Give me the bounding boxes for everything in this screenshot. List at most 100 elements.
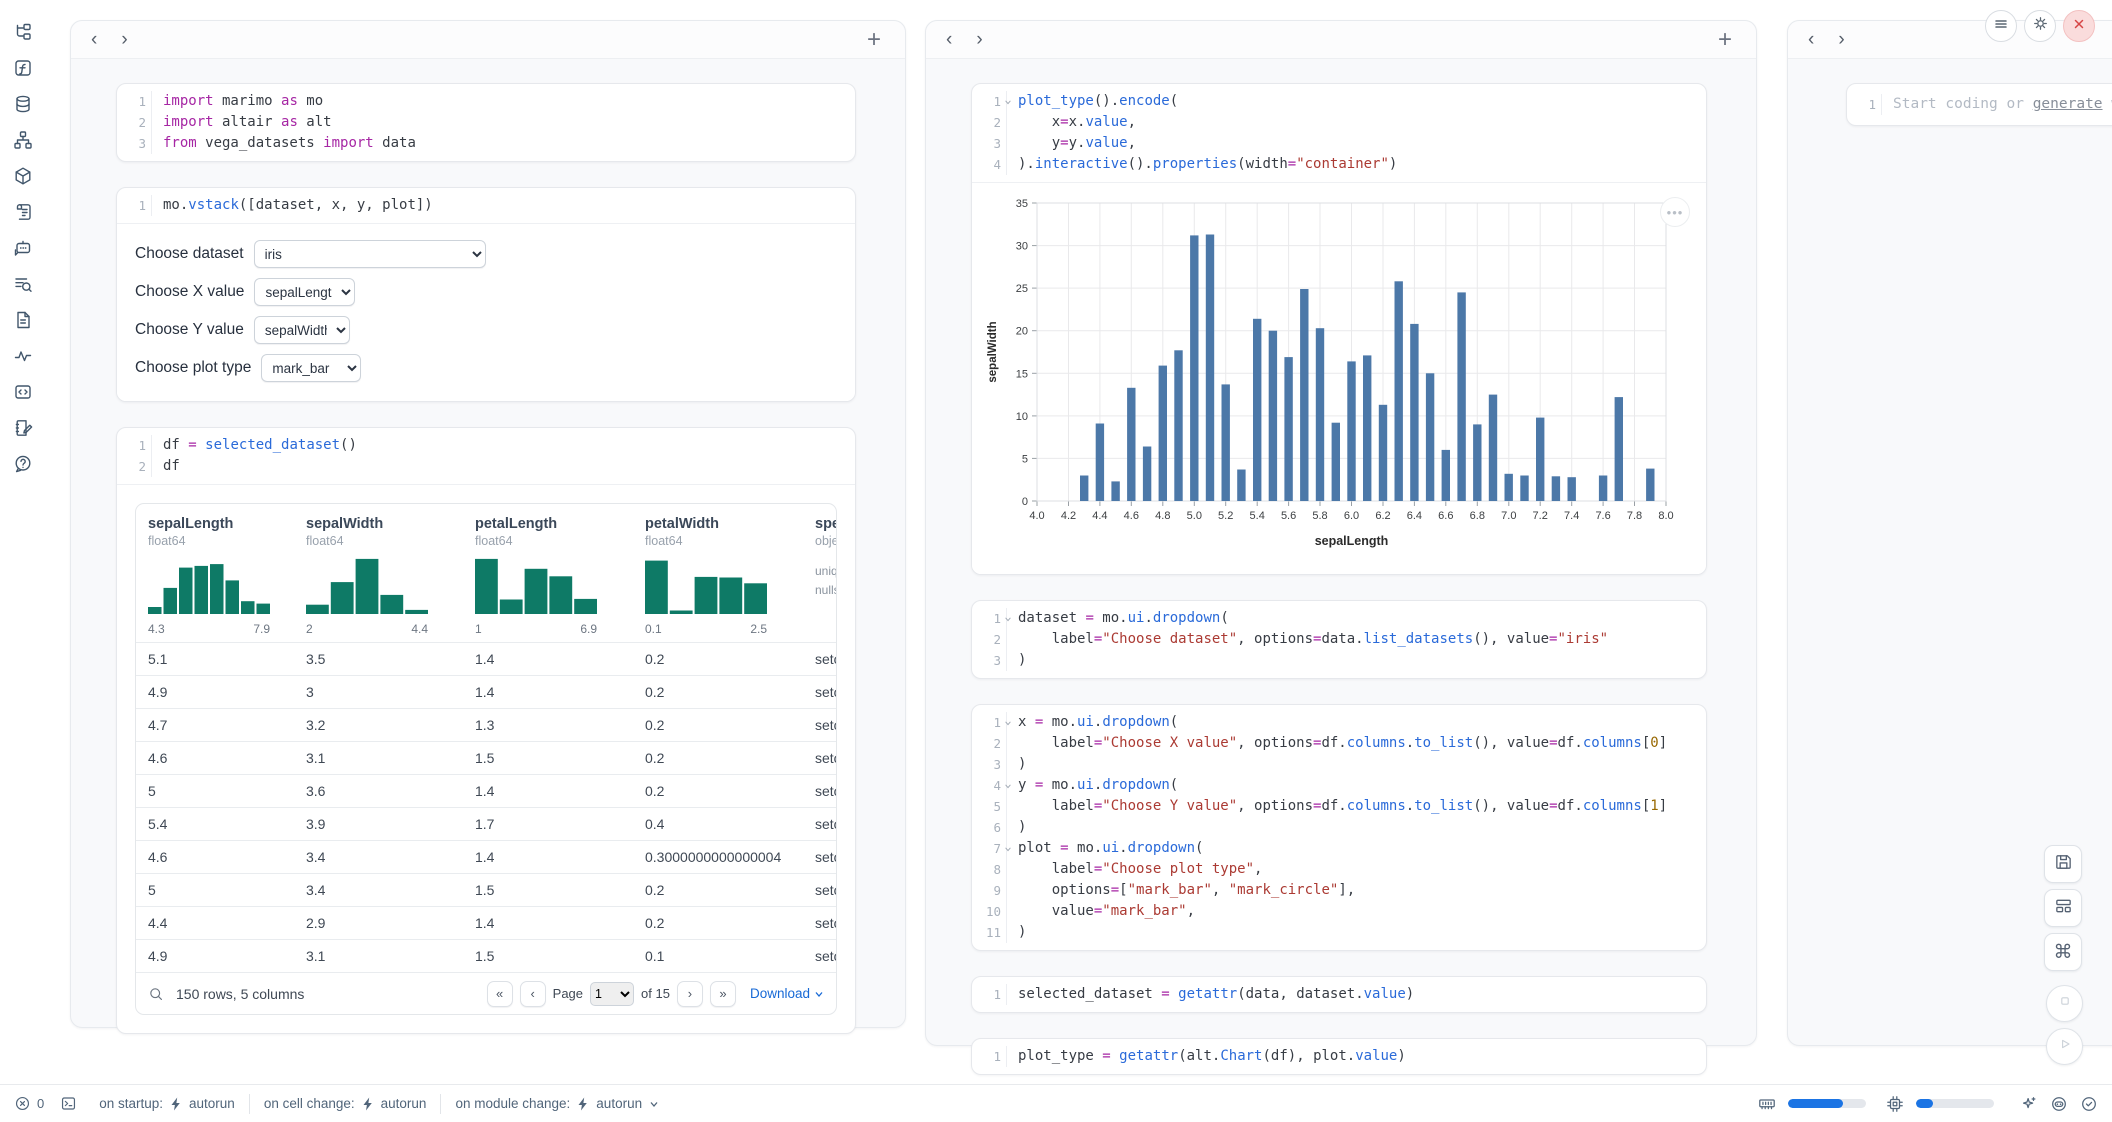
status-bar: 0 on startup:autorun on cell change:autor… bbox=[0, 1084, 2112, 1122]
cell-df[interactable]: 1df = selected_dataset()2df sepalLengthfl… bbox=[116, 427, 856, 1034]
next-page-button[interactable]: › bbox=[677, 981, 703, 1007]
code-line: 7plot = mo.ui.dropdown( bbox=[972, 838, 1706, 859]
table-cell: 0.2 bbox=[633, 651, 803, 667]
chevron-left-icon[interactable]: ‹ bbox=[946, 30, 952, 49]
table-cell: 1.4 bbox=[463, 849, 633, 865]
add-cell-icon[interactable]: + bbox=[867, 28, 881, 52]
line-number: 4 bbox=[972, 775, 1006, 796]
add-cell-icon[interactable]: + bbox=[1718, 28, 1732, 52]
code-line: 1plot_type().encode( bbox=[972, 91, 1706, 112]
previous-page-button[interactable]: ‹ bbox=[520, 981, 546, 1007]
column-histogram bbox=[306, 556, 428, 614]
setting-label: on startup: bbox=[99, 1096, 163, 1111]
dataset-select[interactable]: iris bbox=[254, 240, 486, 268]
chevron-left-icon[interactable]: ‹ bbox=[91, 30, 97, 49]
column-header-sepalLength[interactable]: sepalLengthfloat644.37.9 bbox=[136, 516, 294, 636]
code-content: label="Choose X value", options=df.colum… bbox=[1006, 733, 1667, 754]
menu-button[interactable] bbox=[1985, 10, 2017, 42]
layout-button[interactable] bbox=[2044, 889, 2082, 927]
autorun-setting-1[interactable]: on cell change:autorun bbox=[264, 1096, 427, 1111]
functions-icon[interactable] bbox=[13, 58, 33, 78]
separator bbox=[249, 1094, 250, 1114]
line-number: 2 bbox=[972, 733, 1006, 754]
range-max: 4.4 bbox=[411, 622, 428, 636]
data-sources-icon[interactable] bbox=[13, 94, 33, 114]
chevron-right-icon[interactable]: › bbox=[976, 30, 982, 49]
y-value-select[interactable]: sepalWidth bbox=[254, 316, 350, 344]
scratchpad-icon[interactable] bbox=[13, 418, 33, 438]
code-editor[interactable]: 1plot_type().encode(2 x=x.value,3 y=y.va… bbox=[972, 84, 1706, 182]
cell-plot-type[interactable]: 1plot_type = getattr(alt.Chart(df), plot… bbox=[971, 1038, 1707, 1075]
chevron-right-icon[interactable]: › bbox=[121, 30, 127, 49]
code-editor[interactable]: 1df = selected_dataset()2df bbox=[117, 428, 855, 484]
code-editor[interactable]: 1dataset = mo.ui.dropdown(2 label="Choos… bbox=[972, 601, 1706, 678]
code-line: 2df bbox=[117, 456, 855, 477]
first-page-button[interactable]: « bbox=[487, 981, 513, 1007]
autorun-setting-2[interactable]: on module change:autorun bbox=[455, 1096, 659, 1111]
documentation-icon[interactable] bbox=[13, 310, 33, 330]
file-explorer-icon[interactable] bbox=[13, 22, 33, 42]
table-cell: 1.4 bbox=[463, 684, 633, 700]
chart-menu-button[interactable]: ••• bbox=[1660, 197, 1690, 227]
cell-xyplot-dropdowns[interactable]: 1x = mo.ui.dropdown(2 label="Choose X va… bbox=[971, 704, 1707, 951]
cell-imports[interactable]: 1import marimo as mo2import altair as al… bbox=[116, 83, 856, 162]
table-cell: setos bbox=[803, 882, 837, 898]
autorun-setting-0[interactable]: on startup:autorun bbox=[99, 1096, 235, 1111]
code-editor[interactable]: 1import marimo as mo2import altair as al… bbox=[117, 84, 855, 161]
cell-vstack[interactable]: 1mo.vstack([dataset, x, y, plot])Choose … bbox=[116, 187, 856, 402]
settings-button[interactable] bbox=[2024, 10, 2056, 42]
code-content: label="Choose plot type", bbox=[1006, 859, 1262, 880]
tracing-icon[interactable] bbox=[13, 346, 33, 366]
plot-type-select[interactable]: mark_bar bbox=[261, 354, 361, 382]
cell-dataset-dropdown[interactable]: 1dataset = mo.ui.dropdown(2 label="Choos… bbox=[971, 600, 1707, 679]
run-button[interactable] bbox=[2046, 1028, 2083, 1065]
copilot-icon[interactable] bbox=[2050, 1095, 2068, 1113]
error-indicator[interactable]: 0 bbox=[14, 1095, 44, 1112]
chevron-right-icon[interactable]: › bbox=[1838, 30, 1844, 49]
page-select[interactable]: 1 bbox=[590, 982, 634, 1006]
middle-panel: ‹ › + 1plot_type().encode(2 x=x.value,3 … bbox=[925, 20, 1757, 1046]
code-editor[interactable]: 1selected_dataset = getattr(data, datase… bbox=[972, 977, 1706, 1012]
setting-label: on cell change: bbox=[264, 1096, 355, 1111]
ai-chat-icon[interactable] bbox=[13, 238, 33, 258]
column-header-speci[interactable]: speciobjecuniqunulls: bbox=[803, 516, 837, 636]
search-icon[interactable] bbox=[148, 986, 164, 1002]
generate-link[interactable]: generate bbox=[2033, 96, 2103, 112]
outline-icon[interactable] bbox=[13, 274, 33, 294]
table-cell: 4.4 bbox=[136, 915, 294, 931]
close-button[interactable] bbox=[2063, 10, 2095, 42]
ai-sparkles-icon[interactable] bbox=[2020, 1095, 2038, 1113]
svg-text:7.4: 7.4 bbox=[1564, 510, 1579, 522]
code-content: label="Choose dataset", options=data.lis… bbox=[1006, 629, 1608, 650]
left-panel-header: ‹ › + bbox=[71, 21, 905, 59]
column-header-petalWidth[interactable]: petalWidthfloat640.12.5 bbox=[633, 516, 803, 636]
code-editor[interactable]: 1plot_type = getattr(alt.Chart(df), plot… bbox=[972, 1039, 1706, 1074]
x-value-select[interactable]: sepalLength bbox=[254, 278, 355, 306]
cell-empty-editor[interactable]: 1 Start coding or generate with bbox=[1846, 83, 2112, 126]
packages-icon[interactable] bbox=[13, 166, 33, 186]
connection-status-icon[interactable] bbox=[2080, 1095, 2098, 1113]
keyboard-shortcuts-button[interactable]: ⌘ bbox=[2044, 933, 2082, 971]
cell-selected-dataset[interactable]: 1selected_dataset = getattr(data, datase… bbox=[971, 976, 1707, 1013]
snippets-icon[interactable] bbox=[13, 382, 33, 402]
logs-icon[interactable] bbox=[13, 202, 33, 222]
table-cell: 1.4 bbox=[463, 915, 633, 931]
code-editor[interactable]: 1mo.vstack([dataset, x, y, plot]) bbox=[117, 188, 855, 223]
column-histogram bbox=[645, 556, 767, 614]
download-button[interactable]: Download bbox=[750, 986, 824, 1001]
code-editor[interactable]: 1x = mo.ui.dropdown(2 label="Choose X va… bbox=[972, 705, 1706, 950]
table-cell: 1.4 bbox=[463, 651, 633, 667]
column-header-sepalWidth[interactable]: sepalWidthfloat6424.4 bbox=[294, 516, 463, 636]
table-cell: 3.1 bbox=[294, 948, 463, 964]
stop-button[interactable] bbox=[2046, 985, 2083, 1022]
last-page-button[interactable]: » bbox=[710, 981, 736, 1007]
editor-placeholder[interactable]: Start coding or generate with bbox=[1881, 94, 2112, 115]
dependencies-icon[interactable] bbox=[13, 130, 33, 150]
chart-output[interactable]: 4.04.24.44.64.85.05.25.45.65.86.06.26.46… bbox=[972, 183, 1706, 574]
chevron-left-icon[interactable]: ‹ bbox=[1808, 30, 1814, 49]
help-icon[interactable] bbox=[13, 454, 33, 474]
column-header-petalLength[interactable]: petalLengthfloat6416.9 bbox=[463, 516, 633, 636]
terminal-button[interactable] bbox=[60, 1095, 77, 1112]
cell-plot[interactable]: 1plot_type().encode(2 x=x.value,3 y=y.va… bbox=[971, 83, 1707, 575]
save-button[interactable] bbox=[2044, 845, 2082, 883]
